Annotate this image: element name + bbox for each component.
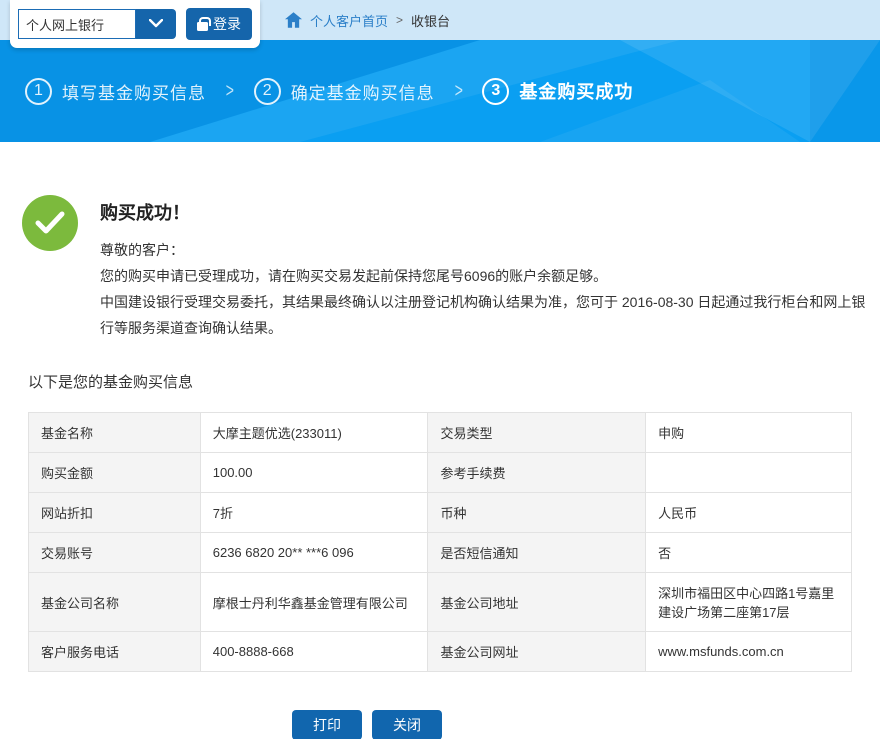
sms-notify-value: 否 (646, 533, 852, 573)
success-check-icon (22, 195, 78, 251)
login-button[interactable]: 登录 (186, 8, 252, 40)
table-row: 客户服务电话 400-8888-668 基金公司网址 www.msfunds.c… (29, 632, 852, 672)
table-row: 基金公司名称 摩根士丹利华鑫基金管理有限公司 基金公司地址 深圳市福田区中心四路… (29, 573, 852, 632)
result-section: 购买成功！ 尊敬的客户： 您的购买申请已受理成功，请在购买交易发起前保持您尾号6… (0, 142, 880, 341)
purchase-info-table: 基金名称 大摩主题优选(233011) 交易类型 申购 购买金额 100.00 … (28, 412, 852, 672)
service-phone-value: 400-8888-668 (200, 632, 428, 672)
trade-account-value: 6236 6820 20** ***6 096 (200, 533, 428, 573)
account-type-value[interactable]: 个人网上银行 (18, 9, 136, 39)
fund-company-label: 基金公司名称 (29, 573, 201, 632)
step-1-number: 1 (25, 78, 52, 105)
progress-banner: 1 填写基金购买信息 > 2 确定基金购买信息 > 3 基金购买成功 (0, 40, 880, 142)
purchase-amount-label: 购买金额 (29, 453, 201, 493)
company-site-value: www.msfunds.com.cn (646, 632, 852, 672)
step-3-label: 基金购买成功 (519, 78, 633, 104)
step-2-number: 2 (254, 78, 281, 105)
company-addr-value: 深圳市福田区中心四路1号嘉里建设广场第二座第17层 (646, 573, 852, 632)
result-greeting: 尊敬的客户： (100, 237, 870, 263)
topbar: 个人网上银行 登录 个人客户首页 > 收银台 (0, 0, 880, 40)
table-row: 交易账号 6236 6820 20** ***6 096 是否短信通知 否 (29, 533, 852, 573)
trade-type-label: 交易类型 (428, 413, 646, 453)
site-discount-value: 7折 (200, 493, 428, 533)
step-arrow-icon: > (454, 80, 462, 103)
sms-notify-label: 是否短信通知 (428, 533, 646, 573)
breadcrumb-separator: > (396, 13, 403, 27)
lock-icon (197, 22, 208, 31)
step-3-success: 3 基金购买成功 (482, 78, 633, 105)
result-line-2: 中国建设银行受理交易委托，其结果最终确认以注册登记机构确认结果为准，您可于 20… (100, 289, 870, 341)
trade-account-label: 交易账号 (29, 533, 201, 573)
close-button[interactable]: 关闭 (372, 710, 442, 739)
print-button[interactable]: 打印 (292, 710, 362, 739)
breadcrumb-current: 收银台 (411, 11, 450, 30)
reference-fee-value (646, 453, 852, 493)
progress-steps: 1 填写基金购买信息 > 2 确定基金购买信息 > 3 基金购买成功 (25, 40, 633, 142)
company-site-label: 基金公司网址 (428, 632, 646, 672)
result-title: 购买成功！ (100, 195, 880, 225)
home-icon[interactable] (285, 12, 302, 28)
info-section-title: 以下是您的基金购买信息 (28, 371, 880, 392)
fund-name-value: 大摩主题优选(233011) (200, 413, 428, 453)
trade-type-value: 申购 (646, 413, 852, 453)
step-3-number: 3 (482, 78, 509, 105)
reference-fee-label: 参考手续费 (428, 453, 646, 493)
result-line-1: 您的购买申请已受理成功，请在购买交易发起前保持您尾号6096的账户余额足够。 (100, 263, 870, 289)
fund-name-label: 基金名称 (29, 413, 201, 453)
step-2-confirm-info: 2 确定基金购买信息 (254, 78, 435, 105)
fund-company-value: 摩根士丹利华鑫基金管理有限公司 (200, 573, 428, 632)
account-type-select[interactable]: 个人网上银行 (18, 9, 176, 39)
site-discount-label: 网站折扣 (29, 493, 201, 533)
step-1-label: 填写基金购买信息 (62, 79, 206, 104)
table-row: 网站折扣 7折 币种 人民币 (29, 493, 852, 533)
table-row: 购买金额 100.00 参考手续费 (29, 453, 852, 493)
breadcrumb: 个人客户首页 > 收银台 (285, 0, 450, 40)
breadcrumb-home-link[interactable]: 个人客户首页 (310, 11, 388, 30)
select-dropdown-button[interactable] (136, 9, 176, 39)
purchase-amount-value: 100.00 (200, 453, 428, 493)
table-row: 基金名称 大摩主题优选(233011) 交易类型 申购 (29, 413, 852, 453)
chevron-down-icon (149, 15, 163, 33)
step-1-fill-info: 1 填写基金购买信息 (25, 78, 206, 105)
result-message: 尊敬的客户： 您的购买申请已受理成功，请在购买交易发起前保持您尾号6096的账户… (100, 237, 870, 341)
company-addr-label: 基金公司地址 (428, 573, 646, 632)
login-button-label: 登录 (213, 14, 241, 34)
service-phone-label: 客户服务电话 (29, 632, 201, 672)
action-buttons: 打印 关闭 (0, 710, 880, 739)
currency-value: 人民币 (646, 493, 852, 533)
currency-label: 币种 (428, 493, 646, 533)
step-arrow-icon: > (226, 80, 234, 103)
step-2-label: 确定基金购买信息 (291, 79, 435, 104)
login-card: 个人网上银行 登录 (10, 0, 260, 48)
